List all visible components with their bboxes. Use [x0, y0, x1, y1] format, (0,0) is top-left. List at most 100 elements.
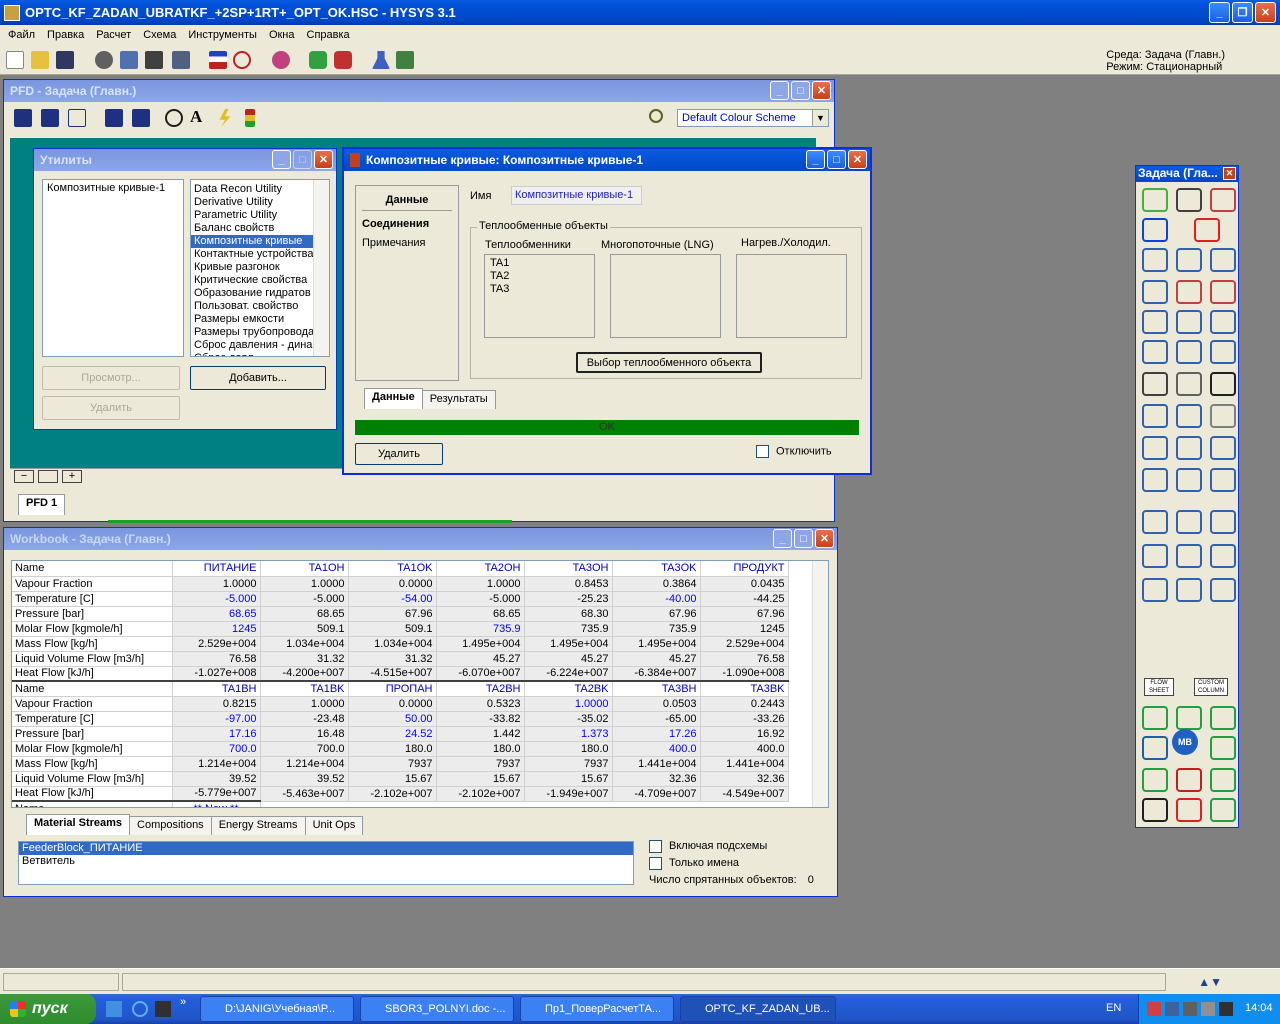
table-cell[interactable]: -2.102e+007	[436, 786, 525, 802]
cstr-icon[interactable]	[1142, 468, 1168, 492]
table-cell[interactable]: -33.82	[436, 711, 525, 727]
new-stream-cell[interactable]: ** New **	[172, 800, 261, 807]
mass-balance-button[interactable]: MB	[1172, 729, 1198, 755]
table-cell[interactable]: 700.0	[260, 741, 349, 757]
cross-icon[interactable]	[1210, 188, 1236, 212]
table-cell[interactable]: 735.9	[524, 621, 613, 637]
table-cell[interactable]: 17.26	[612, 726, 701, 742]
three-phase-column-icon[interactable]	[1210, 544, 1236, 568]
delete-utility-button[interactable]: Удалить	[42, 396, 180, 420]
table-cell[interactable]: 0.0000	[348, 576, 437, 592]
utilities-existing-list[interactable]: Композитные кривые-1	[42, 179, 184, 357]
table-cell[interactable]: 7937	[436, 756, 525, 772]
table-cell[interactable]: 68.65	[260, 606, 349, 622]
table-cell[interactable]: 1.0000	[260, 696, 349, 712]
table-cell[interactable]: 68.65	[172, 606, 261, 622]
table-cell[interactable]: 1.214e+004	[172, 756, 261, 772]
table-cell[interactable]: 15.67	[348, 771, 437, 787]
table-cell[interactable]: 0.5323	[436, 696, 525, 712]
table-cell[interactable]: -6.224e+007	[524, 666, 613, 682]
gibbs-reactor-icon[interactable]	[1142, 372, 1168, 396]
pid-controller-icon[interactable]	[1210, 736, 1236, 760]
utility-list-item[interactable]: Кривые разгонок	[191, 261, 313, 274]
table-cell[interactable]: 0.8453	[524, 576, 613, 592]
table-cell[interactable]: 39.52	[172, 771, 261, 787]
nav-notes[interactable]: Примечания	[356, 230, 458, 249]
utility-list-item[interactable]: Сброс давления - динам	[191, 339, 313, 352]
table-cell[interactable]: -44.25	[700, 591, 789, 607]
utility-list-item[interactable]: Derivative Utility	[191, 196, 313, 209]
solver-hold-icon[interactable]	[334, 51, 352, 69]
volume-icon[interactable]	[1201, 1002, 1215, 1016]
table-cell[interactable]: -23.48	[260, 711, 349, 727]
utility-list-item[interactable]: Критические свойства	[191, 274, 313, 287]
table-cell[interactable]: 76.58	[700, 651, 789, 667]
table-cell[interactable]: 509.1	[260, 621, 349, 637]
utility-list-item[interactable]: Размеры трубопровода	[191, 326, 313, 339]
tab-pfd-1[interactable]: PFD 1	[18, 494, 66, 515]
disable-checkbox[interactable]	[756, 445, 769, 458]
table-cell[interactable]: -65.00	[612, 711, 701, 727]
table-cell[interactable]: 0.8215	[172, 696, 261, 712]
delete-curve-button[interactable]: Удалить	[355, 443, 443, 465]
table-cell[interactable]: 32.36	[612, 771, 701, 787]
stream-column-header[interactable]: TA3OK	[612, 561, 701, 577]
stream-column-header[interactable]: TA1BH	[172, 680, 261, 697]
table-cell[interactable]: -1.027e+008	[172, 666, 261, 682]
table-cell[interactable]: 16.92	[700, 726, 789, 742]
colour-scheme-icon[interactable]	[649, 109, 663, 123]
separator-icon[interactable]	[1142, 248, 1168, 272]
dynamic-mode-icon[interactable]	[233, 51, 251, 69]
traffic-light-icon[interactable]	[245, 109, 255, 127]
stream-column-header[interactable]: ПРОДУКТ	[700, 561, 789, 577]
tee-icon[interactable]	[1210, 404, 1236, 428]
shortcut-column-icon[interactable]	[1210, 510, 1236, 534]
task-pr1[interactable]: Пр1_ПоверРасчетТА...	[520, 996, 674, 1022]
table-cell[interactable]: 76.58	[172, 651, 261, 667]
reboiled-absorber-icon[interactable]	[1176, 510, 1202, 534]
liquid-extractor-icon[interactable]	[1142, 578, 1168, 602]
table-cell[interactable]: 45.27	[524, 651, 613, 667]
table-cell[interactable]: 1.0000	[524, 696, 613, 712]
lightning-icon[interactable]	[219, 109, 231, 127]
table-cell[interactable]: 400.0	[700, 741, 789, 757]
lock-icon[interactable]	[1176, 188, 1202, 212]
table-cell[interactable]: -4.515e+007	[348, 666, 437, 682]
table-cell[interactable]: 1.442	[436, 726, 525, 742]
table-cell[interactable]: -5.000	[172, 591, 261, 607]
table-cell[interactable]: 39.52	[260, 771, 349, 787]
table-cell[interactable]: -5.779e+007	[172, 786, 261, 802]
tray-icon-2[interactable]	[1165, 1002, 1179, 1016]
table-cell[interactable]: 180.0	[436, 741, 525, 757]
save-icon[interactable]	[56, 51, 74, 69]
status-arrows-icon[interactable]: ▲▼	[1198, 975, 1222, 989]
tab-unit-ops[interactable]: Unit Ops	[304, 816, 364, 835]
table-cell[interactable]: -6.070e+007	[436, 666, 525, 682]
utilities-available-list[interactable]: Data Recon Utility Derivative Utility Para…	[190, 179, 330, 357]
table-cell[interactable]: 1245	[700, 621, 789, 637]
colour-scheme-dropdown[interactable]: Default Colour Scheme ▼	[677, 109, 829, 127]
table-cell[interactable]: -97.00	[172, 711, 261, 727]
start-button[interactable]: пуск	[0, 994, 96, 1024]
table-cell[interactable]: 180.0	[524, 741, 613, 757]
restore-button[interactable]: ❐	[1232, 2, 1253, 23]
steady-state-icon[interactable]	[209, 51, 227, 69]
splitter-icon[interactable]	[1176, 436, 1202, 460]
transfer-function-icon[interactable]	[1210, 768, 1236, 792]
table-cell[interactable]: 735.9	[612, 621, 701, 637]
table-cell[interactable]: 2.529e+004	[172, 636, 261, 652]
table-cell[interactable]: -6.384e+007	[612, 666, 701, 682]
fired-heater-icon[interactable]	[1176, 310, 1202, 334]
menu-window[interactable]: Окна	[263, 29, 301, 41]
pfd-break-icon[interactable]	[132, 109, 150, 127]
table-cell[interactable]: -4.549e+007	[700, 786, 789, 802]
utilities-close-button[interactable]: ✕	[314, 150, 333, 169]
table-cell[interactable]: 67.96	[348, 606, 437, 622]
palette-close-button[interactable]: ✕	[1223, 167, 1236, 180]
grid-scrollbar[interactable]	[812, 561, 828, 807]
table-cell[interactable]: 700.0	[172, 741, 261, 757]
stream-column-header[interactable]: ПИТАНИЕ	[172, 561, 261, 577]
component-splitter-icon[interactable]	[1210, 436, 1236, 460]
menu-help[interactable]: Справка	[301, 29, 356, 41]
magnifier-icon[interactable]	[165, 109, 183, 127]
